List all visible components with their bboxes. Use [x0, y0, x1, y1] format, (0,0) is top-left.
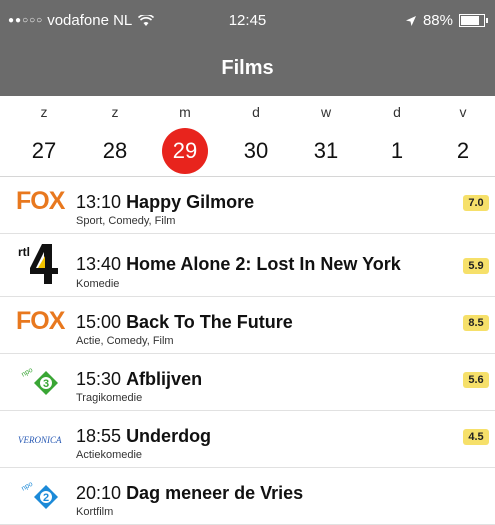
svg-text:2: 2 — [43, 492, 49, 504]
rating-badge: 7.0 — [463, 195, 489, 211]
movie-row[interactable]: VERONICA 18:55 Underdog Actiekomedie 4.5 — [0, 411, 495, 468]
svg-text:rtl: rtl — [18, 245, 30, 259]
movie-row[interactable]: npo 2 20:10 Dag meneer de Vries Kortfilm — [0, 468, 495, 525]
movie-time: 15:00 — [76, 312, 122, 332]
day-of-week-label: w — [320, 104, 332, 120]
day-number: 27 — [31, 138, 57, 163]
movie-genre: Actie, Comedy, Film — [76, 335, 174, 347]
day-of-week-label: z — [40, 104, 48, 120]
movie-row[interactable]: npo 3 15:30 Afblijven Tragikomedie 5.6 — [0, 354, 495, 411]
day-number: 1 — [390, 138, 404, 163]
movie-title: Underdog — [126, 426, 212, 446]
selected-day-number: 29 — [162, 128, 208, 174]
movie-row[interactable]: FOX 13:10 Happy Gilmore Sport, Comedy, Fil… — [0, 177, 495, 234]
npo2-logo: npo 2 — [16, 480, 68, 512]
day-number: 2 — [456, 138, 470, 163]
movie-row[interactable]: FOX 15:00 Back To The Future Actie, Comedy… — [0, 297, 495, 354]
movie-title: Dag meneer de Vries — [126, 483, 304, 503]
movie-time-title: 13:10 Happy Gilmore — [76, 192, 254, 213]
movie-genre: Tragikomedie — [76, 392, 143, 404]
movie-title: Home Alone 2: Lost In New York — [126, 254, 401, 274]
npo3-logo: npo 3 — [16, 366, 68, 398]
movie-time: 13:10 — [76, 192, 122, 212]
movie-time-title: 15:30 Afblijven — [76, 369, 202, 390]
movie-list: FOX 13:10 Happy Gilmore Sport, Comedy, Fil… — [0, 177, 495, 525]
movie-genre: Komedie — [76, 278, 120, 290]
movie-time-title: 13:40 Home Alone 2: Lost In New York — [76, 254, 401, 275]
movie-genre: Sport, Comedy, Film — [76, 215, 176, 227]
movie-time: 15:30 — [76, 369, 122, 389]
movie-title: Back To The Future — [126, 312, 293, 332]
movie-title: Happy Gilmore — [126, 192, 255, 212]
svg-text:npo: npo — [21, 367, 35, 379]
day-of-week-label: d — [252, 104, 260, 120]
movie-row[interactable]: rtl 13:40 Home Alone 2: Lost In New York K… — [0, 234, 495, 297]
fox-logo: FOX — [16, 187, 65, 215]
date-picker: z 27 z 28 m 29 d 30 w 31 d 1 v 2 — [0, 96, 495, 177]
movie-time-title: 15:00 Back To The Future — [76, 312, 293, 333]
location-arrow-icon — [405, 15, 416, 26]
fox-logo: FOX — [16, 307, 65, 335]
rating-badge: 4.5 — [463, 429, 489, 445]
movie-genre: Kortfilm — [76, 506, 114, 518]
movie-time-title: 18:55 Underdog — [76, 426, 211, 447]
status-right: 88% — [405, 12, 488, 29]
day-of-week-label: m — [179, 104, 191, 120]
day-number: 31 — [313, 138, 339, 163]
rtl4-logo: rtl — [16, 242, 68, 284]
movie-title: Afblijven — [126, 369, 203, 389]
day-number: 28 — [102, 138, 128, 163]
battery-icon — [459, 14, 488, 27]
battery-percent: 88% — [422, 12, 453, 29]
movie-time: 13:40 — [76, 254, 122, 274]
status-bar: ●●○○○ vodafone NL 12:45 88% — [0, 0, 495, 40]
svg-text:3: 3 — [43, 378, 49, 390]
rating-badge: 5.9 — [463, 258, 489, 274]
movie-time: 20:10 — [76, 483, 122, 503]
movie-genre: Actiekomedie — [76, 449, 143, 461]
movie-time: 18:55 — [76, 426, 122, 446]
day-of-week-label: v — [459, 104, 467, 120]
rating-badge: 8.5 — [463, 315, 489, 331]
day-of-week-label: z — [111, 104, 119, 120]
nav-title: Films — [0, 40, 495, 96]
svg-text:npo: npo — [21, 481, 35, 493]
veronica-logo: VERONICA — [16, 429, 68, 461]
svg-text:VERONICA: VERONICA — [18, 435, 62, 445]
day-number: 30 — [243, 138, 269, 163]
day-of-week-label: d — [393, 104, 401, 120]
rating-badge: 5.6 — [463, 372, 489, 388]
movie-time-title: 20:10 Dag meneer de Vries — [76, 483, 303, 504]
